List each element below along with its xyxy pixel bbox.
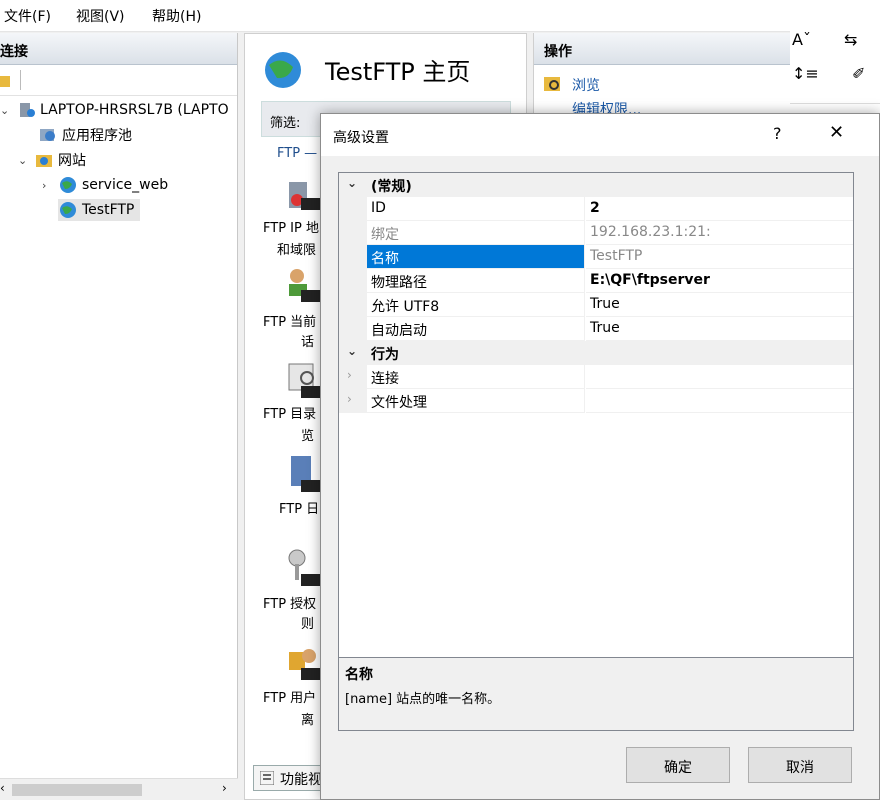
features-view-icon [260, 771, 274, 785]
category-behavior[interactable]: ⌄ 行为 [339, 341, 853, 365]
advanced-settings-dialog: 高级设置 ? ✕ ⌄ (常规) ID 2 绑定 192.168.23.1:21:… [320, 113, 880, 800]
tree-sites-label: 网站 [58, 153, 86, 169]
chevron-down-icon[interactable]: ⌄ [18, 154, 30, 167]
feature-label: FTP 授权 [263, 597, 317, 612]
tree-site-testftp-label: TestFTP [82, 202, 135, 218]
features-view-label: 功能视 [280, 772, 322, 788]
scroll-thumb[interactable] [12, 784, 142, 796]
log-icon [291, 456, 321, 492]
chevron-right-icon[interactable]: › [347, 368, 352, 382]
tree-site-service-web[interactable]: › service_web [42, 174, 168, 196]
property-row-name[interactable]: 名称 TestFTP [339, 245, 853, 269]
key-icon [288, 549, 321, 586]
feature-label: FTP 用户 [263, 691, 317, 706]
ftp-ip-icon [289, 182, 321, 210]
feature-label: FTP 当前 [263, 315, 317, 330]
category-label: (常规) [371, 179, 412, 195]
property-name: 连接 [367, 365, 585, 389]
property-row-binding[interactable]: 绑定 192.168.23.1:21: [339, 221, 853, 245]
property-row-physical-path[interactable]: 物理路径 E:\QF\ftpserver [339, 269, 853, 293]
property-row-connections[interactable]: › 连接 [339, 365, 853, 389]
property-value: TestFTP [586, 245, 853, 269]
swap-icon[interactable]: ⇆ [844, 30, 857, 49]
tree-site-testftp[interactable]: TestFTP [58, 199, 141, 221]
globe-icon [60, 202, 76, 218]
property-name: 自动启动 [367, 317, 585, 341]
connections-header: 连接 [0, 33, 237, 65]
help-button[interactable]: ? [773, 124, 782, 143]
tree-server-label: LAPTOP-HRSRSL7B (LAPTO [40, 102, 229, 118]
property-value: 2 [586, 197, 853, 221]
chevron-right-icon[interactable]: › [347, 392, 352, 406]
category-label: 行为 [371, 347, 399, 363]
tree-site-service-web-label: service_web [82, 177, 169, 193]
folder-icon[interactable] [0, 73, 10, 89]
property-value: True [586, 293, 853, 317]
property-value: 192.168.23.1:21: [586, 221, 853, 245]
chevron-left-icon[interactable]: ‹ [0, 781, 5, 795]
menu-help[interactable]: 帮助(H) [152, 6, 201, 26]
user-lock-icon [289, 649, 321, 680]
property-grid: ⌄ (常规) ID 2 绑定 192.168.23.1:21: 名称 TestF… [338, 172, 854, 712]
font-size-icon[interactable]: Aˇ [792, 30, 811, 49]
property-row-utf8[interactable]: 允许 UTF8 True [339, 293, 853, 317]
chevron-down-icon[interactable]: ⌄ [0, 104, 12, 117]
line-spacing-icon[interactable]: ↕≡ [792, 64, 819, 83]
server-icon [20, 103, 35, 117]
category-general[interactable]: ⌄ (常规) [339, 173, 853, 197]
app-pool-icon [40, 129, 55, 141]
menu-view[interactable]: 视图(V) [76, 6, 125, 26]
users-icon [289, 269, 321, 302]
page-title: TestFTP 主页 [325, 58, 471, 86]
connections-toolbar [0, 66, 237, 96]
close-button[interactable]: ✕ [829, 122, 844, 143]
property-value: E:\QF\ftpserver [586, 269, 853, 293]
chevron-down-icon[interactable]: ⌄ [347, 344, 357, 358]
actions-header: 操作 [534, 33, 790, 65]
cancel-button[interactable]: 取消 [748, 747, 852, 783]
property-row-id[interactable]: ID 2 [339, 197, 853, 221]
property-name: 允许 UTF8 [367, 293, 585, 317]
property-row-file-handling[interactable]: › 文件处理 [339, 389, 853, 413]
browse-icon [544, 77, 560, 91]
globe-icon [60, 177, 76, 193]
chevron-right-icon[interactable]: › [42, 179, 54, 192]
filter-label: 筛选: [270, 116, 301, 131]
group-header: FTP — [277, 146, 318, 161]
property-name-selected: 名称 [367, 245, 585, 269]
tree-app-pools-label: 应用程序池 [62, 128, 132, 144]
dialog-title: 高级设置 [333, 130, 389, 146]
menu-file[interactable]: 文件(F) [4, 6, 51, 26]
browse-link[interactable]: 浏览 [572, 75, 600, 95]
sites-folder-icon [36, 155, 52, 167]
property-row-autostart[interactable]: 自动启动 True [339, 317, 853, 341]
tree-app-pools[interactable]: 应用程序池 [38, 124, 132, 146]
chevron-right-icon[interactable]: › [222, 781, 227, 795]
description-panel: 名称 [name] 站点的唯一名称。 [338, 657, 854, 731]
connections-pane: 连接 ⌄ LAPTOP-HRSRSL7B (LAPTO 应用程序池 ⌄ 网站 ›… [0, 33, 238, 800]
ok-button[interactable]: 确定 [626, 747, 730, 783]
tree-server[interactable]: ⌄ LAPTOP-HRSRSL7B (LAPTO [0, 99, 229, 121]
menu-bar: 文件(F) 视图(V) 帮助(H) [0, 0, 790, 32]
directory-browse-icon [288, 363, 321, 398]
connections-hscrollbar[interactable]: ‹ › [0, 778, 238, 800]
globe-icon [265, 52, 301, 88]
property-name: 文件处理 [367, 389, 585, 413]
dialog-titlebar: 高级设置 ? ✕ [321, 114, 879, 156]
feature-label: FTP IP 地 [263, 221, 319, 236]
tree-sites[interactable]: ⌄ 网站 [18, 149, 86, 171]
property-name: 物理路径 [367, 269, 585, 293]
description-title: 名称 [345, 667, 373, 683]
chevron-down-icon[interactable]: ⌄ [347, 176, 357, 190]
property-value: True [586, 317, 853, 341]
feature-label: FTP 目录 [263, 407, 317, 422]
property-name: 绑定 [367, 221, 585, 245]
property-name: ID [367, 197, 585, 221]
eraser-icon[interactable]: ✐ [852, 64, 865, 83]
description-text: [name] 站点的唯一名称。 [345, 692, 501, 707]
